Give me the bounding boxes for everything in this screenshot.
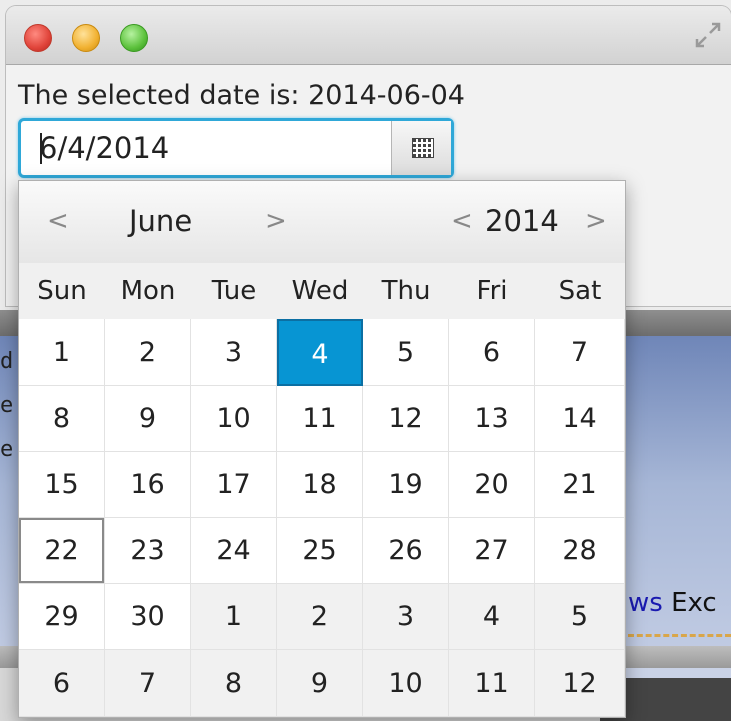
title-bar — [6, 6, 731, 65]
background-code-text: ws Exc — [628, 588, 717, 618]
weekday-label: Sat — [558, 276, 602, 306]
weekday-header: Sun Mon Tue Wed Thu Fri Sat — [19, 263, 625, 319]
background-edge-text: d e e — [0, 340, 18, 472]
calendar-day[interactable]: 1 — [19, 319, 105, 386]
calendar-day[interactable]: 30 — [105, 584, 191, 650]
minimize-icon[interactable] — [72, 24, 100, 52]
edge-letter: d — [0, 349, 14, 374]
edge-letter: e — [0, 393, 14, 418]
edge-letter: e — [0, 437, 14, 462]
calendar-day-other-month[interactable]: 2 — [277, 584, 363, 650]
calendar-day[interactable]: 7 — [535, 319, 625, 386]
calendar-day[interactable]: 23 — [105, 518, 191, 584]
calendar-day[interactable]: 25 — [277, 518, 363, 584]
weekday-label: Tue — [211, 276, 257, 306]
weekday-label: Sun — [37, 276, 87, 306]
background-underline — [628, 634, 731, 641]
calendar-day-other-month[interactable]: 10 — [363, 650, 449, 717]
calendar-day-other-month[interactable]: 11 — [449, 650, 535, 717]
calendar-day-other-month[interactable]: 6 — [19, 650, 105, 717]
calendar-day[interactable]: 29 — [19, 584, 105, 650]
code-text: Exc — [662, 588, 717, 618]
date-picker-field — [18, 118, 454, 178]
calendar-day[interactable]: 5 — [363, 319, 449, 386]
calendar-day[interactable]: 11 — [277, 386, 363, 452]
year-label: 2014 — [485, 204, 559, 238]
calendar-day[interactable]: 21 — [535, 452, 625, 518]
calendar-day[interactable]: 19 — [363, 452, 449, 518]
calendar-day[interactable]: 17 — [191, 452, 277, 518]
weekday-label: Wed — [291, 276, 349, 306]
selected-date-label: The selected date is: 2014-06-04 — [18, 80, 465, 111]
calendar-day[interactable]: 26 — [363, 518, 449, 584]
zoom-icon[interactable] — [120, 24, 148, 52]
calendar-button[interactable] — [391, 121, 451, 175]
text-caret — [40, 133, 42, 164]
calendar-day[interactable]: 12 — [363, 386, 449, 452]
next-month-button[interactable]: > — [265, 201, 287, 241]
calendar-day-other-month[interactable]: 5 — [535, 584, 625, 650]
prev-year-button[interactable]: < — [451, 201, 473, 241]
calendar-day-other-month[interactable]: 12 — [535, 650, 625, 717]
calendar-day[interactable]: 9 — [105, 386, 191, 452]
calendar-header: < June > < 2014 > — [19, 181, 625, 264]
close-icon[interactable] — [24, 24, 52, 52]
calendar-day[interactable]: 22 — [19, 518, 105, 584]
calendar-day[interactable]: 6 — [449, 319, 535, 386]
fullscreen-icon[interactable] — [693, 20, 723, 50]
next-year-button[interactable]: > — [585, 201, 607, 241]
calendar-day[interactable]: 15 — [19, 452, 105, 518]
calendar-day[interactable]: 10 — [191, 386, 277, 452]
calendar-day-other-month[interactable]: 3 — [363, 584, 449, 650]
calendar-day[interactable]: 20 — [449, 452, 535, 518]
calendar-day[interactable]: 27 — [449, 518, 535, 584]
calendar-grid-icon — [412, 138, 434, 158]
calendar-day[interactable]: 14 — [535, 386, 625, 452]
calendar-day-other-month[interactable]: 4 — [449, 584, 535, 650]
calendar-day[interactable]: 13 — [449, 386, 535, 452]
calendar-popup: < June > < 2014 > Sun Mon Tue Wed Thu Fri Sat … — [18, 180, 626, 718]
code-keyword: ws — [628, 588, 663, 618]
calendar-days-grid: 1 2 3 4 5 6 7 8 9 10 11 12 13 14 15 16 17 18 19 20 21 22 23 24 2… — [19, 319, 625, 717]
calendar-day[interactable]: 18 — [277, 452, 363, 518]
date-input[interactable] — [21, 121, 389, 175]
weekday-label: Thu — [381, 276, 431, 306]
calendar-day-other-month[interactable]: 1 — [191, 584, 277, 650]
weekday-label: Fri — [476, 276, 508, 306]
calendar-day[interactable]: 2 — [105, 319, 191, 386]
weekday-label: Mon — [120, 276, 176, 306]
calendar-day[interactable]: 28 — [535, 518, 625, 584]
calendar-day-other-month[interactable]: 7 — [105, 650, 191, 717]
calendar-day[interactable]: 24 — [191, 518, 277, 584]
calendar-day[interactable]: 3 — [191, 319, 277, 386]
calendar-day[interactable]: 16 — [105, 452, 191, 518]
calendar-day-other-month[interactable]: 9 — [277, 650, 363, 717]
calendar-day-other-month[interactable]: 8 — [191, 650, 277, 717]
calendar-day[interactable]: 4 — [277, 319, 363, 386]
calendar-day[interactable]: 8 — [19, 386, 105, 452]
prev-month-button[interactable]: < — [47, 201, 69, 241]
month-label: June — [129, 204, 193, 238]
